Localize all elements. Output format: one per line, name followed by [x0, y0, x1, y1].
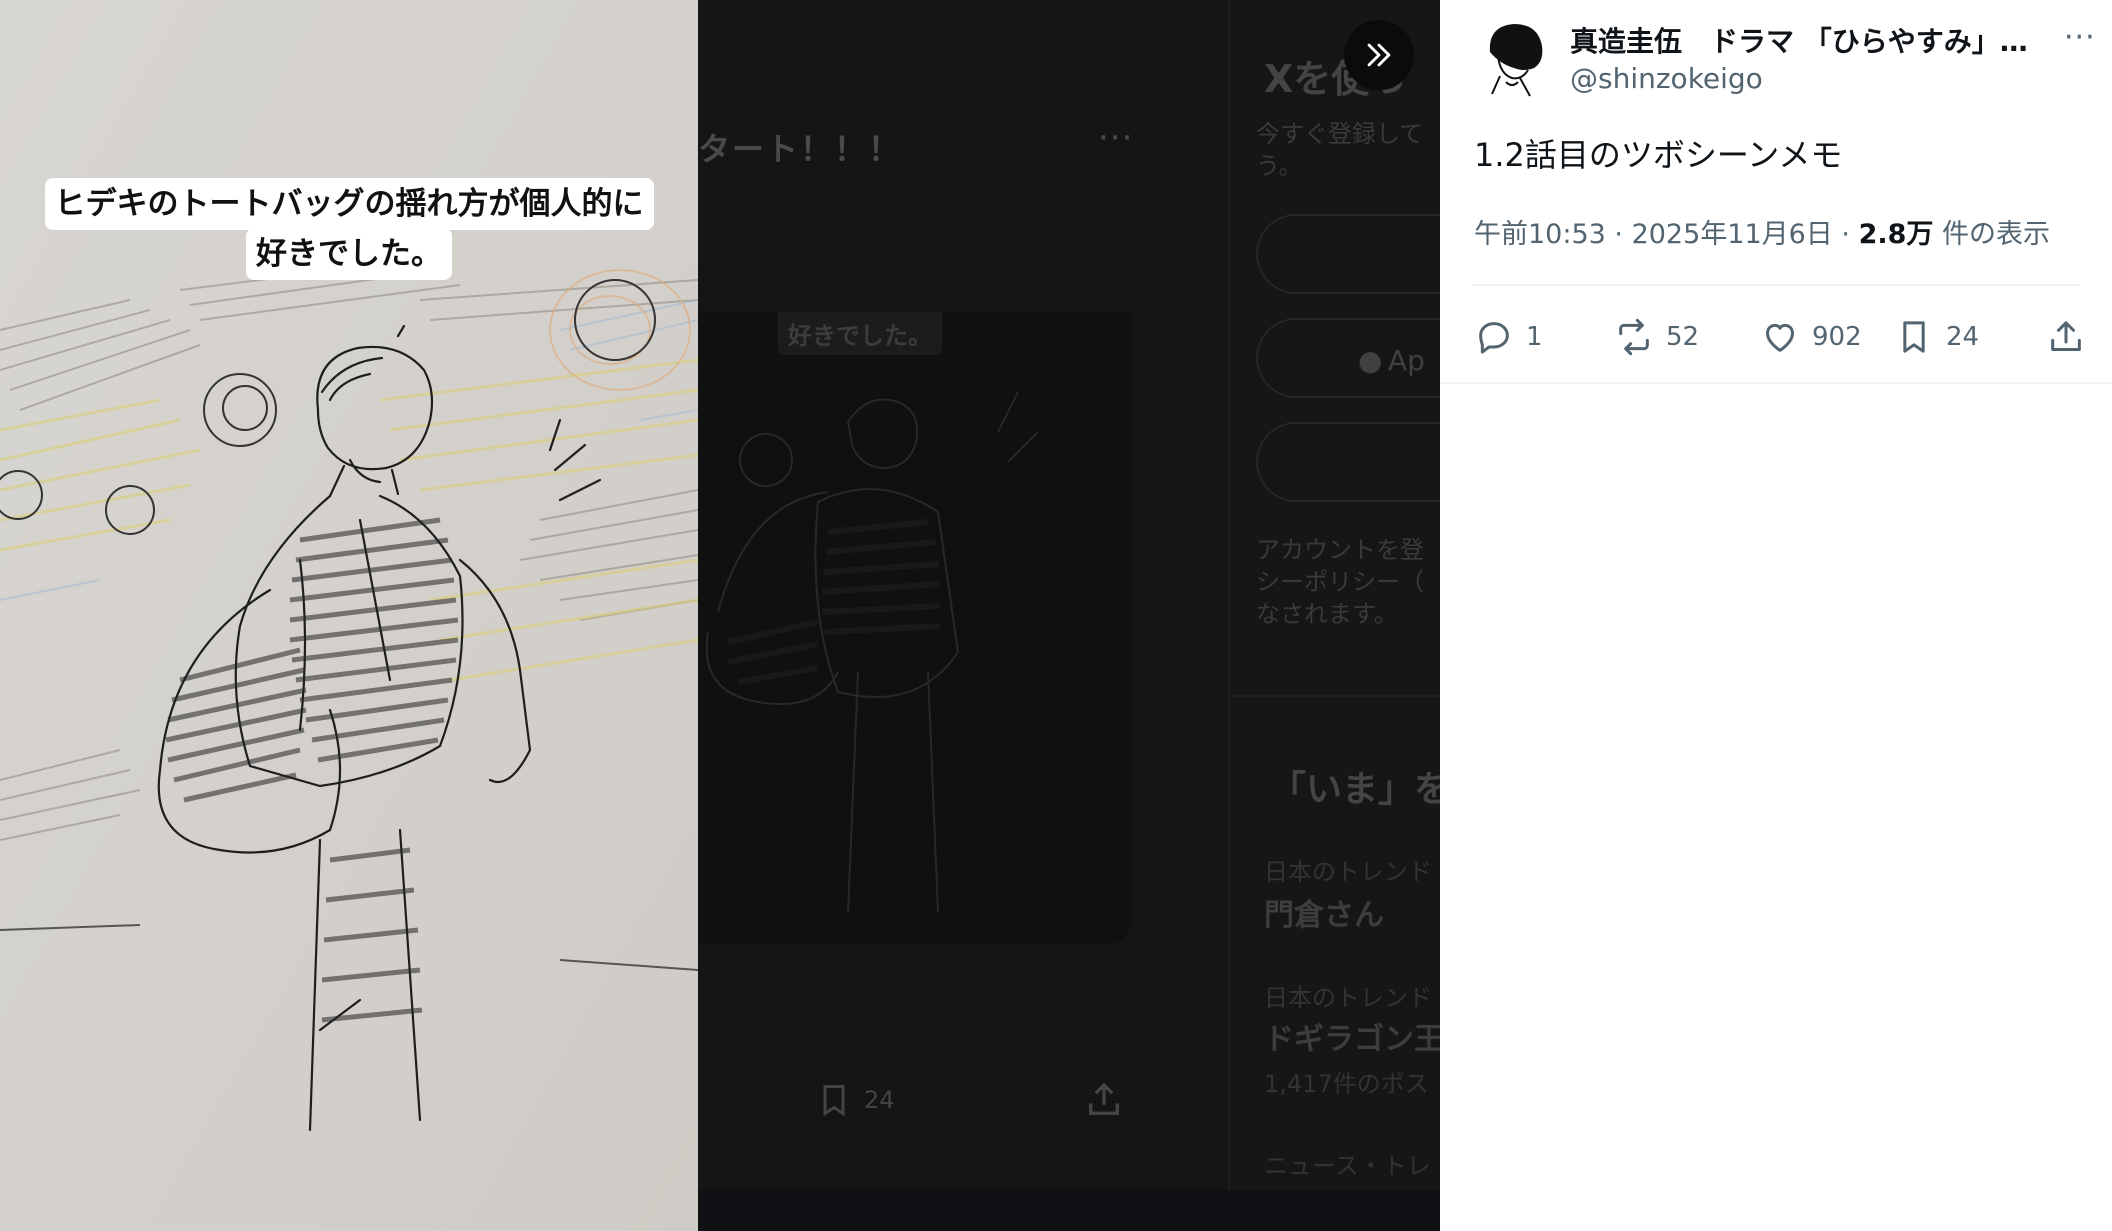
meta-divider: [1472, 284, 2080, 286]
meta-separator: ·: [1832, 219, 1859, 250]
background-apple-button: ● Ap: [1256, 318, 1440, 398]
background-bottom-bar: [698, 1190, 1440, 1231]
more-options-button[interactable]: ···: [2064, 20, 2096, 55]
background-trend-posts: 1,417件のポス: [1264, 1070, 1429, 1098]
background-legal-2: シーポリシー（: [1256, 568, 1424, 596]
background-trend-category: 日本のトレンド: [1264, 984, 1432, 1012]
bookmark-button[interactable]: 24: [1894, 312, 1979, 362]
tweet-header: 真造圭伍 ドラマ 「ひらやすみ」… @shinzokeigo ···: [1440, 0, 2112, 110]
bookmark-icon: [823, 1085, 845, 1117]
tweet-detail-panel: 真造圭伍 ドラマ 「ひらやすみ」… @shinzokeigo ··· 1.2話目…: [1440, 0, 2112, 1231]
background-sidebar-intro-1: 今すぐ登録して: [1256, 120, 1424, 148]
background-post-text: タート！！！: [698, 130, 903, 168]
background-sidebar-intro-2: う。: [1256, 152, 1303, 180]
background-legal-3: なされます。: [1256, 600, 1398, 628]
reply-icon: [1479, 322, 1509, 354]
background-trend-category: 日本のトレンド: [1264, 858, 1432, 886]
meta-separator: ·: [1605, 219, 1632, 250]
background-more-icon: ···: [1098, 118, 1134, 158]
background-trend-category: ニュース・トレ: [1264, 1152, 1431, 1180]
media-viewer-image[interactable]: ヒデキのトートバッグの揺れ方が個人的に 好きでした。: [0, 0, 698, 1231]
background-trend-name: ドギラゴン王: [1264, 1022, 1440, 1057]
caption-line-1: ヒデキのトートバッグの揺れ方が個人的に: [44, 178, 654, 230]
apple-icon: ●: [1358, 344, 1383, 377]
view-label: 件の表示: [1942, 219, 2050, 250]
tweet-actions: 1 52 902 24: [1474, 312, 2094, 362]
author-handle[interactable]: @shinzokeigo: [1570, 62, 1763, 95]
repost-count: 52: [1666, 322, 1700, 352]
actions-divider: [1440, 382, 2112, 384]
double-chevron-right-icon: [1367, 43, 1391, 67]
background-bookmark-action: 24: [816, 1080, 895, 1120]
tweet-text: 1.2話目のツボシーンメモ: [1474, 136, 1843, 174]
share-icon: [2051, 321, 2081, 351]
like-count: 902: [1812, 322, 1862, 352]
repost-button[interactable]: 52: [1614, 312, 1699, 362]
share-button[interactable]: [2046, 312, 2086, 362]
avatar[interactable]: [1480, 22, 1544, 100]
image-caption: ヒデキのトートバッグの揺れ方が個人的に 好きでした。: [0, 178, 698, 280]
tweet-meta: 午前10:53 · 2025年11月6日 · 2.8万 件の表示: [1474, 212, 2050, 251]
background-trend-name: 門倉さん: [1264, 898, 1384, 933]
repost-icon: [1619, 318, 1649, 356]
background-feed: タート！！！ ··· 好きでした。 24: [698, 0, 1228, 1231]
like-button[interactable]: 902: [1760, 312, 1862, 362]
view-count: 2.8万: [1858, 219, 1934, 250]
caption-line-2: 好きでした。: [246, 228, 452, 280]
background-apple-label: Ap: [1388, 344, 1425, 377]
background-post-image: 好きでした。: [698, 312, 1132, 944]
background-sketch: [705, 391, 1039, 913]
background-bookmark-count: 24: [864, 1086, 895, 1114]
bookmark-count: 24: [1946, 322, 1980, 352]
background-sidebar: Xを使っ 今すぐ登録して う。 ● Ap アカウントを登 シーポリシー（ なされ…: [1228, 0, 1440, 1190]
reply-count: 1: [1526, 322, 1543, 352]
background-google-button: [1256, 214, 1440, 294]
tweet-date[interactable]: 2025年11月6日: [1632, 219, 1833, 250]
collapse-panel-button[interactable]: [1344, 20, 1414, 90]
background-share-action: [1084, 1080, 1124, 1120]
author-display-name[interactable]: 真造圭伍 ドラマ 「ひらやすみ」…: [1570, 20, 2070, 60]
tweet-time[interactable]: 午前10:53: [1474, 219, 1606, 250]
background-create-account-button: [1256, 422, 1440, 502]
background-divider: [1230, 695, 1440, 697]
share-icon: [1089, 1082, 1119, 1115]
background-page: タート！！！ ··· 好きでした。 24 Xを使っ 今すぐ登録して う。 ● A…: [698, 0, 1440, 1231]
background-trends-heading: 「いま」を: [1270, 769, 1440, 810]
heart-icon: [1766, 323, 1794, 352]
background-media-caption: 好きでした。: [778, 312, 942, 355]
reply-button[interactable]: 1: [1474, 312, 1543, 362]
background-legal-1: アカウントを登: [1256, 536, 1424, 564]
bookmark-icon: [1903, 321, 1925, 353]
